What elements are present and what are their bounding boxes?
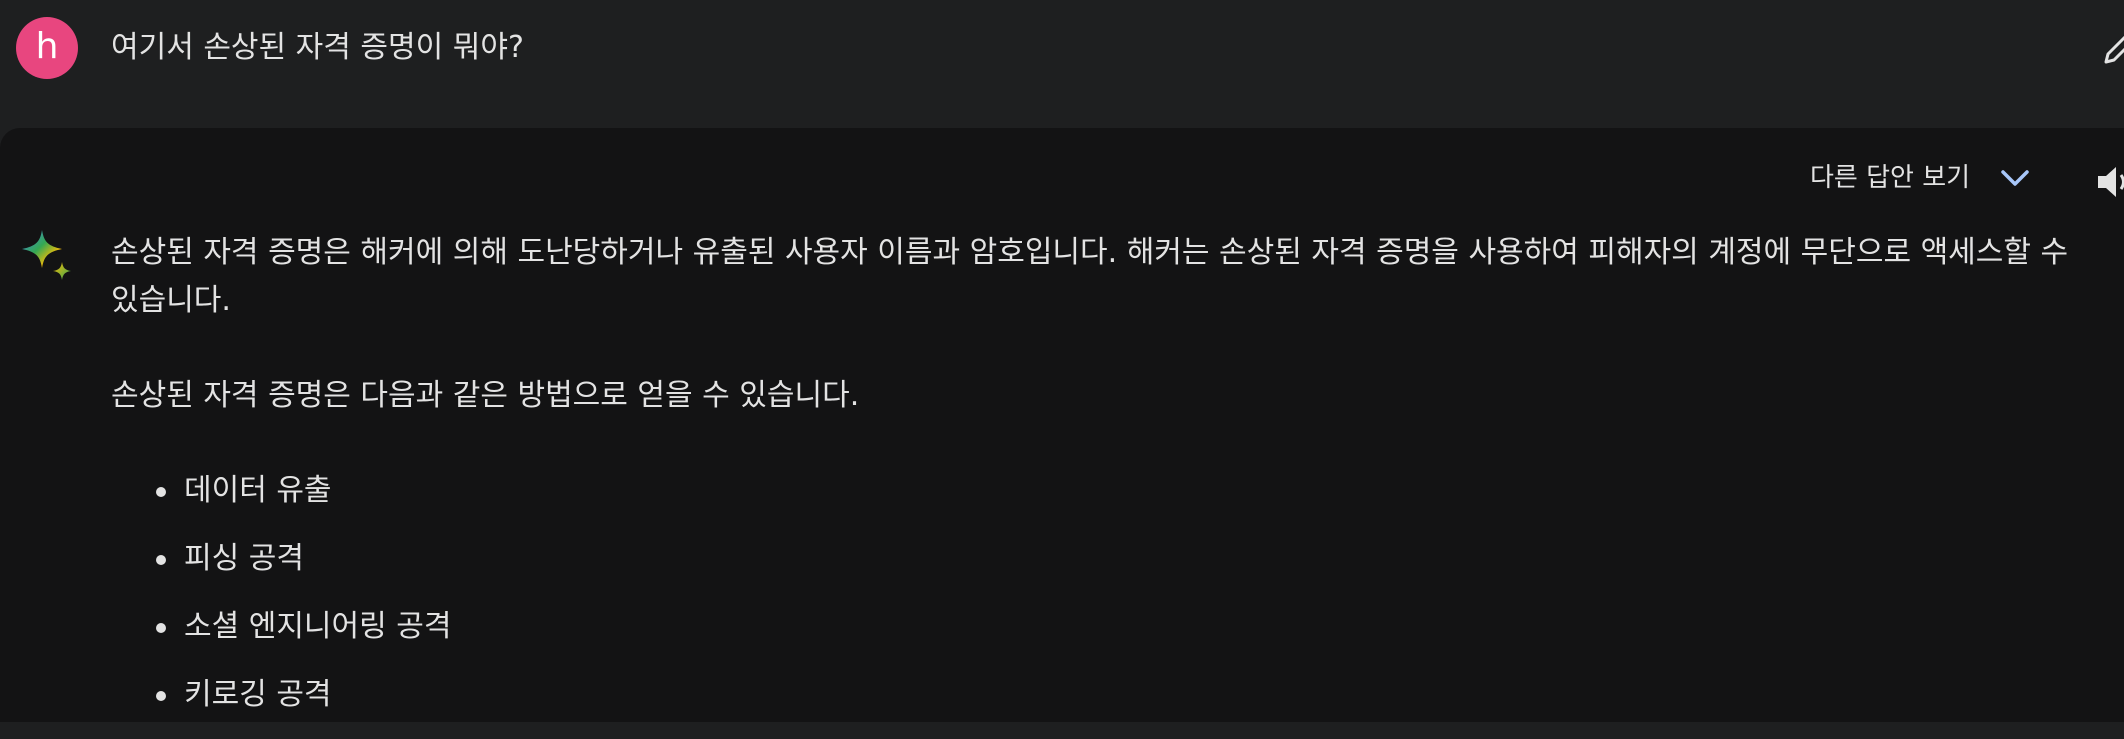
list-item: 피싱 공격 bbox=[111, 535, 2101, 603]
list-item-text: 피싱 공격 bbox=[184, 541, 304, 576]
list-item-text: 소셜 엔지니어링 공격 bbox=[184, 609, 452, 644]
list-item: 데이터 유출 bbox=[111, 467, 2101, 535]
list-item-text: 데이터 유출 bbox=[184, 473, 332, 508]
chevron-down-icon bbox=[2001, 170, 2029, 186]
response-paragraph: 손상된 자격 증명은 해커에 의해 도난당하거나 유출된 사용자 이름과 암호입… bbox=[111, 235, 2069, 318]
bullet-dot bbox=[156, 623, 166, 633]
bullet-dot bbox=[156, 691, 166, 701]
show-drafts-label: 다른 답안 보기 bbox=[1810, 163, 1971, 193]
user-avatar[interactable]: h bbox=[16, 17, 78, 79]
sparkle-icon bbox=[22, 230, 71, 280]
response-paragraph: 손상된 자격 증명은 다음과 같은 방법으로 얻을 수 있습니다. bbox=[111, 378, 860, 413]
pencil-icon[interactable] bbox=[2100, 30, 2124, 70]
user-query-text: 여기서 손상된 자격 증명이 뭐야? bbox=[111, 30, 524, 65]
show-drafts-button[interactable]: 다른 답안 보기 bbox=[1810, 156, 2032, 200]
bullet-dot bbox=[156, 487, 166, 497]
response-body: 손상된 자격 증명은 해커에 의해 도난당하거나 유출된 사용자 이름과 암호입… bbox=[111, 229, 2101, 739]
response-panel: 다른 답안 보기 손상된 자격 증명은 해커에 의해 도난당하거나 유출된 사용… bbox=[0, 128, 2124, 722]
bullet-list: 데이터 유출 피싱 공격 소셜 엔지니어링 공격 키로깅 공격 bbox=[111, 467, 2101, 739]
list-item: 키로깅 공격 bbox=[111, 671, 2101, 739]
bullet-dot bbox=[156, 555, 166, 565]
speaker-icon[interactable] bbox=[2094, 162, 2124, 202]
list-item: 소셜 엔지니어링 공격 bbox=[111, 603, 2101, 671]
user-prompt-bar: h 여기서 손상된 자격 증명이 뭐야? bbox=[0, 0, 2124, 128]
list-item-text: 키로깅 공격 bbox=[184, 677, 332, 712]
